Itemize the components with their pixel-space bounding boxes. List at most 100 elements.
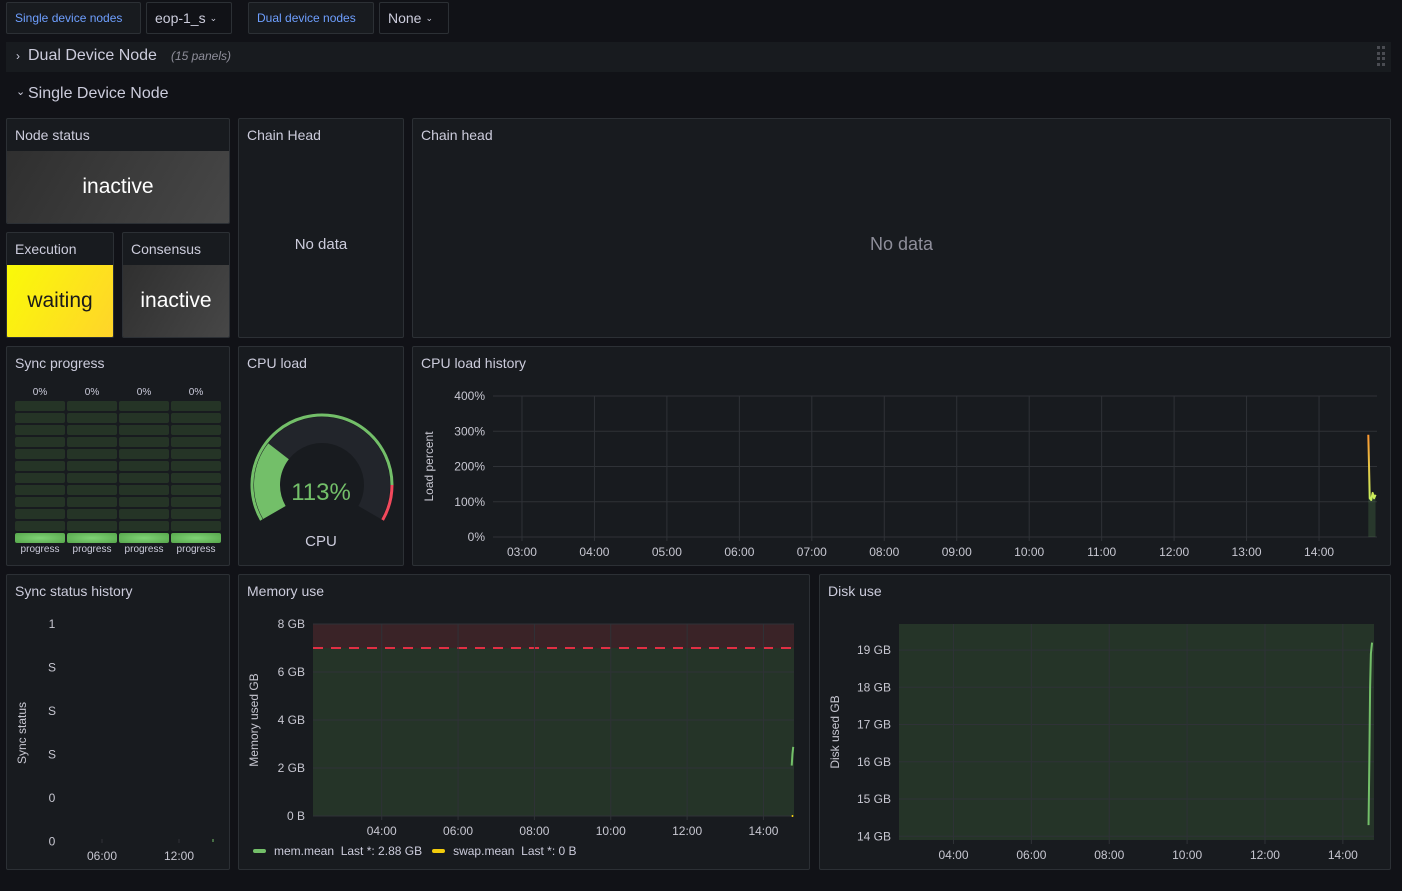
x-tick-label: 08:00 [869,545,899,559]
bar-gauge-segment [171,437,221,447]
bar-gauge-segment [119,425,169,435]
y-tick-label: 4 GB [278,713,305,727]
bar-gauge-segment [119,521,169,531]
bar-gauge-segment [67,413,117,423]
bar-gauge-segment [15,461,65,471]
stat-background: waiting [7,265,113,337]
plot-area-fill [899,624,1374,840]
panel-title: Node status [15,127,90,143]
variable-label-single-device-nodes: Single device nodes [6,2,141,34]
bar-gauge-value: 0% [32,387,48,398]
y-tick-label: 15 GB [857,792,891,806]
single-device-nodes-select[interactable]: eop-1_s ⌄ [146,2,232,34]
legend-item-swap-mean[interactable]: swap.mean Last *: 0 B [432,844,577,858]
select-value: eop-1_s [155,10,206,26]
execution-value: waiting [27,289,93,312]
y-tick-label: 17 GB [857,718,891,732]
drag-handle-icon[interactable] [1377,46,1387,66]
panel-execution: Execution waiting [6,232,114,338]
y-axis-label: Sync status [15,702,29,764]
y-tick-label: 14 GB [857,829,891,843]
bar-gauge: 0% progress [171,387,221,557]
bar-gauge-segment [119,509,169,519]
bar-gauge-segment [171,497,221,507]
x-tick-label: 14:00 [1304,545,1334,559]
x-tick-label: 12:00 [1250,848,1280,862]
x-tick-label: 14:00 [1328,848,1358,862]
bar-gauge-segment [119,437,169,447]
bar-gauge-segment [15,401,65,411]
x-tick-label: 14:00 [748,824,778,838]
bar-gauge-segment [15,509,65,519]
bar-gauge-segment-lit [171,533,221,543]
legend-series-name: swap.mean [453,844,515,858]
panel-title: Chain Head [247,127,321,143]
panel-title: Sync progress [15,355,105,371]
y-tick-label: 0 [49,791,56,805]
x-tick-label: 03:00 [507,545,537,559]
bar-gauge-segment [119,497,169,507]
cpu-load-history-chart: 0% 100% 200% 300% 400% 03:00 04:00 05:00 06:00 07… [422,389,1377,559]
legend-swatch [432,849,446,853]
x-tick-label: 12:00 [672,824,702,838]
bar-gauge-label: progress [72,544,112,555]
panel-chain-head-history: Chain head No data [412,118,1391,338]
x-tick-label: 09:00 [942,545,972,559]
bar-gauge-segment-lit [15,533,65,543]
cpu-gauge-value: 113% [291,479,351,506]
bar-gauge-segment [67,449,117,459]
bar-gauge-segment-lit [119,533,169,543]
bar-gauge-segment [67,497,117,507]
bar-gauge-value: 0% [188,387,204,398]
bar-gauge-segment [15,413,65,423]
disk-use-chart: 14 GB 15 GB 16 GB 17 GB 18 GB 19 GB 04:00 06:00… [828,624,1374,862]
bar-gauge-segment [67,473,117,483]
bar-gauge-segment [67,485,117,495]
legend-item-mem-mean[interactable]: mem.mean Last *: 2.88 GB [253,844,422,858]
no-data-message: No data [294,236,348,253]
sync-status-history-chart: 1 S S S 0 0 06:00 12:00 Sync status [15,617,214,863]
bar-gauge-segment [15,449,65,459]
panel-sync-progress: Sync progress 0% progress 0% progress 0% prog… [6,346,230,566]
row-single-device-node[interactable]: ⌄ Single Device Node [16,85,169,103]
x-tick-label: 06:00 [724,545,754,559]
panel-title: Execution [15,241,77,257]
legend-swatch [253,849,266,853]
y-tick-label: 300% [454,424,485,438]
y-tick-label: 0% [468,530,486,544]
bar-gauge: 0% progress [119,387,169,557]
bar-gauge-segment [15,473,65,483]
y-axis-label: Load percent [422,431,436,502]
bar-gauge-value: 0% [84,387,100,398]
x-tick-label: 04:00 [579,545,609,559]
legend-last-value: Last *: 0 B [521,844,577,858]
bar-gauge-segment [119,473,169,483]
row-dual-device-node[interactable]: › Dual Device Node (15 panels) [6,42,1391,72]
bar-gauge-segment [171,425,221,435]
bar-gauge-segment [15,485,65,495]
x-tick-label: 07:00 [797,545,827,559]
panel-cpu-load: CPU load 113% CPU [238,346,404,566]
bar-gauge-segment [171,485,221,495]
x-tick-label: 12:00 [1159,545,1189,559]
panel-consensus: Consensus inactive [122,232,230,338]
stat-background: inactive [7,151,229,223]
cpu-gauge-label: CPU [305,533,337,550]
legend-last-value: Last *: 2.88 GB [340,844,423,858]
y-tick-label: 18 GB [857,680,891,694]
threshold-region [313,624,794,648]
bar-gauge: 0% progress [67,387,117,557]
bar-gauge-segment [171,509,221,519]
x-tick-label: 06:00 [87,849,117,863]
y-tick-label: 19 GB [857,643,891,657]
dual-device-nodes-select[interactable]: None ⌄ [379,2,449,34]
y-tick-label: 0 B [287,809,305,823]
bar-gauge-segment [171,521,221,531]
y-tick-label: S [48,661,56,675]
chevron-down-icon: ⌄ [209,13,218,23]
bar-gauge-segment [119,485,169,495]
bar-gauge-segment [119,413,169,423]
legend-series-name: mem.mean [274,844,335,858]
bar-gauge-segment [119,401,169,411]
panel-title: Consensus [131,241,202,257]
